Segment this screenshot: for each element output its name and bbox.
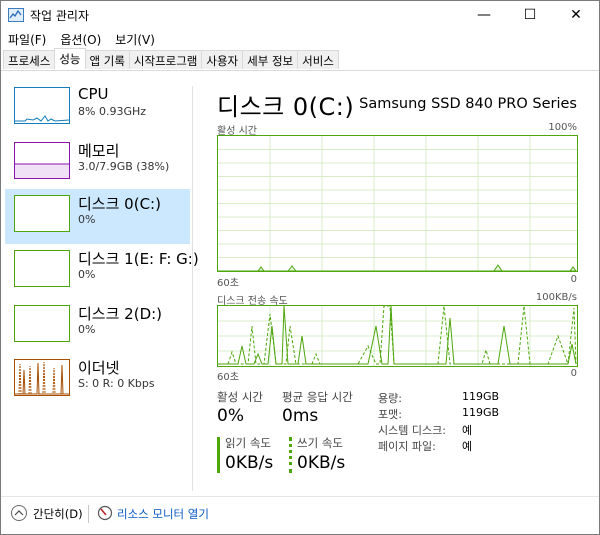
title-bar[interactable]: 작업 관리자 — ☐ ✕ bbox=[1, 1, 599, 29]
write-speed-indicator bbox=[289, 437, 292, 473]
active-time-label: 활성 시간 bbox=[217, 390, 263, 404]
menu-options[interactable]: 옵션(O) bbox=[56, 29, 107, 49]
menu-bar: 파일(F) 옵션(O) 보기(V) bbox=[1, 29, 599, 49]
fewer-details-button[interactable]: 간단히(D) bbox=[33, 506, 83, 522]
memory-thumbnail-graph bbox=[14, 142, 70, 179]
read-speed-value: 0KB/s bbox=[225, 453, 274, 473]
write-speed-label: 쓰기 속도 bbox=[297, 436, 343, 450]
ethernet-thumbnail-graph bbox=[14, 359, 70, 396]
tab-users[interactable]: 사용자 bbox=[201, 50, 244, 69]
disk2-usage: 0% bbox=[78, 323, 96, 336]
chevron-up-icon[interactable] bbox=[11, 505, 27, 521]
disk1-thumbnail-graph bbox=[14, 250, 70, 287]
active-time-graph-min: 0 bbox=[570, 274, 577, 285]
tab-app-history[interactable]: 앱 기록 bbox=[84, 50, 130, 69]
memory-usage: 3.0/7.9GB (38%) bbox=[78, 160, 170, 173]
capacity-value: 119GB bbox=[462, 390, 500, 403]
disk1-name: 디스크 1(E: F: G:) bbox=[78, 250, 199, 268]
resource-item-disk2[interactable]: 디스크 2(D:) 0% bbox=[5, 299, 190, 354]
disk2-name: 디스크 2(D:) bbox=[78, 305, 163, 323]
memory-name: 메모리 bbox=[78, 142, 120, 160]
resource-monitor-icon[interactable] bbox=[97, 505, 113, 521]
system-disk-label: 시스템 디스크: bbox=[378, 424, 446, 437]
disk0-name: 디스크 0(C:) bbox=[78, 195, 161, 213]
detail-title: 디스크 0(C:) bbox=[217, 93, 355, 121]
cpu-name: CPU bbox=[78, 85, 109, 103]
open-resource-monitor-link[interactable]: 리소스 모니터 열기 bbox=[117, 506, 209, 522]
formatted-label: 포맷: bbox=[378, 408, 402, 421]
tab-divider bbox=[1, 70, 599, 71]
cpu-thumbnail-graph bbox=[14, 87, 70, 124]
active-time-graph-max: 100% bbox=[548, 122, 577, 133]
page-file-label: 페이지 파일: bbox=[378, 440, 436, 453]
disk0-usage: 0% bbox=[78, 213, 96, 226]
menu-view[interactable]: 보기(V) bbox=[111, 29, 161, 49]
resource-item-disk0[interactable]: 디스크 0(C:) 0% bbox=[5, 189, 190, 244]
formatted-value: 119GB bbox=[462, 406, 500, 419]
ethernet-throughput: S: 0 R: 0 Kbps bbox=[78, 377, 155, 390]
transfer-rate-graph bbox=[217, 305, 578, 367]
write-speed-value: 0KB/s bbox=[297, 453, 346, 473]
tab-details[interactable]: 세부 정보 bbox=[242, 50, 299, 69]
tab-startup[interactable]: 시작프로그램 bbox=[128, 50, 203, 69]
disk-model: Samsung SSD 840 PRO Series bbox=[359, 96, 577, 112]
footer-separator bbox=[88, 505, 89, 523]
transfer-graph-max: 100KB/s bbox=[535, 292, 577, 303]
read-speed-indicator bbox=[217, 437, 220, 473]
tab-strip: 프로세스 성능 앱 기록 시작프로그램 사용자 세부 정보 서비스 bbox=[3, 48, 339, 70]
tab-processes[interactable]: 프로세스 bbox=[3, 50, 56, 69]
cpu-usage: 8% 0.93GHz bbox=[78, 105, 147, 118]
close-button[interactable]: ✕ bbox=[553, 1, 599, 29]
tab-performance[interactable]: 성능 bbox=[54, 48, 86, 69]
menu-file[interactable]: 파일(F) bbox=[4, 29, 52, 49]
disk1-usage: 0% bbox=[78, 268, 96, 281]
active-time-value: 0% bbox=[217, 406, 244, 426]
resource-item-cpu[interactable]: CPU 8% 0.93GHz bbox=[5, 81, 190, 136]
active-time-graph-duration: 60초 bbox=[217, 278, 239, 289]
active-time-graph bbox=[217, 135, 578, 272]
maximize-button[interactable]: ☐ bbox=[507, 1, 553, 29]
tab-services[interactable]: 서비스 bbox=[297, 50, 339, 69]
transfer-graph-duration: 60초 bbox=[217, 372, 239, 383]
minimize-button[interactable]: — bbox=[461, 1, 507, 29]
panel-splitter[interactable] bbox=[192, 86, 193, 491]
avg-response-label: 평균 응답 시간 bbox=[282, 390, 353, 404]
resource-item-disk1[interactable]: 디스크 1(E: F: G:) 0% bbox=[5, 244, 199, 299]
task-manager-window: 작업 관리자 — ☐ ✕ 파일(F) 옵션(O) 보기(V) 프로세스 성능 앱… bbox=[0, 0, 600, 535]
avg-response-value: 0ms bbox=[282, 406, 319, 426]
resource-item-memory[interactable]: 메모리 3.0/7.9GB (38%) bbox=[5, 136, 190, 191]
footer: 간단히(D) 리소스 모니터 열기 bbox=[1, 500, 599, 528]
read-speed-label: 읽기 속도 bbox=[225, 436, 271, 450]
footer-divider bbox=[1, 496, 599, 497]
page-file-value: 예 bbox=[462, 440, 473, 453]
ethernet-name: 이더넷 bbox=[78, 359, 120, 377]
window-title: 작업 관리자 bbox=[30, 9, 90, 23]
resource-item-ethernet[interactable]: 이더넷 S: 0 R: 0 Kbps bbox=[5, 353, 190, 408]
resource-list: CPU 8% 0.93GHz 메모리 3.0/7.9GB (38%) 디스크 0… bbox=[5, 81, 199, 491]
task-manager-app-icon bbox=[8, 8, 24, 22]
system-disk-value: 예 bbox=[462, 424, 473, 437]
disk0-thumbnail-graph bbox=[14, 195, 70, 232]
capacity-label: 용량: bbox=[378, 392, 402, 405]
disk2-thumbnail-graph bbox=[14, 305, 70, 342]
transfer-graph-min: 0 bbox=[570, 368, 577, 379]
